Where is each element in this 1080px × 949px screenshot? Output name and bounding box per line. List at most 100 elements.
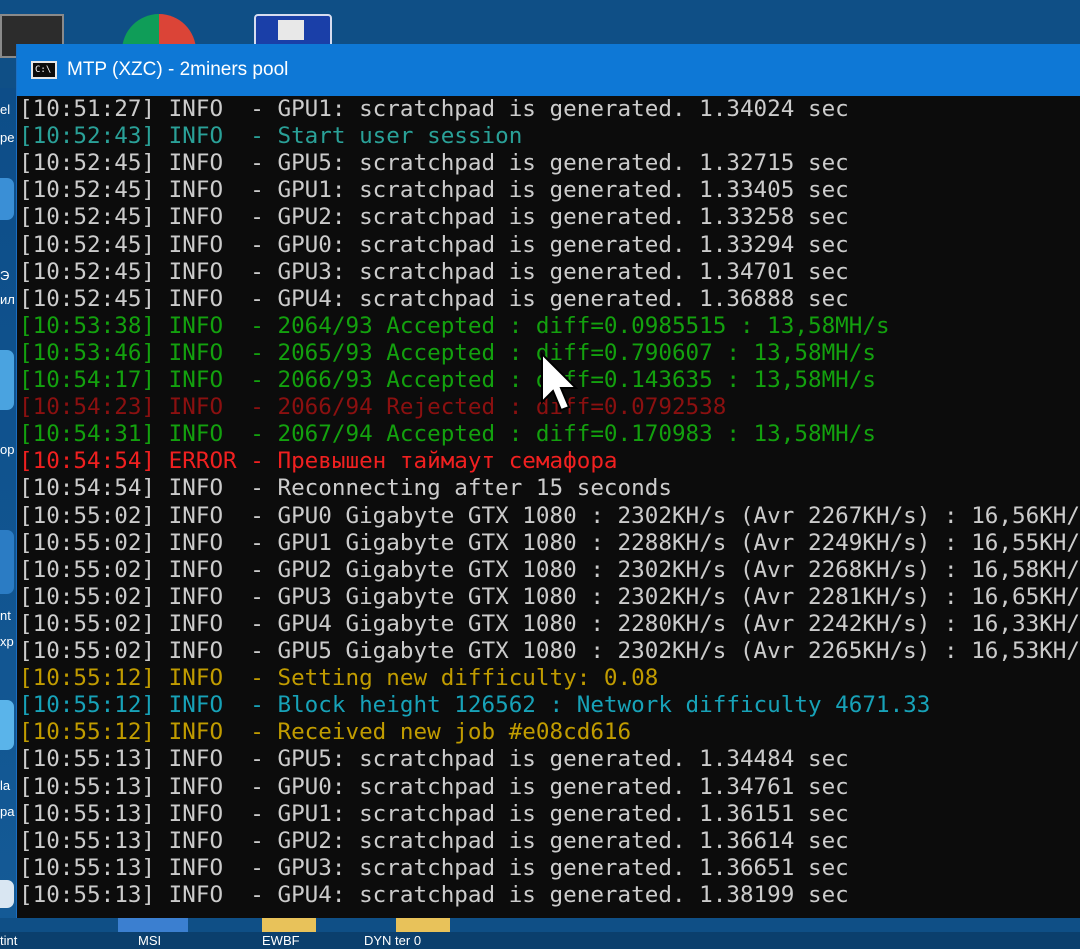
log-timestamp: [10:55:02] (19, 638, 156, 664)
log-message: - 2067/94 Accepted : diff=0.170983 : 13,… (236, 421, 876, 448)
log-line: [10:52:45] INFO - GPU0: scratchpad is ge… (19, 232, 1080, 259)
log-level: INFO (168, 339, 237, 366)
log-line: [10:52:45] INFO - GPU4: scratchpad is ge… (19, 286, 1080, 313)
desktop-icon-fragment[interactable] (0, 880, 14, 908)
desktop-icon-label: EWBF (262, 933, 300, 948)
log-timestamp: [10:55:02] (19, 556, 156, 583)
log-timestamp: [10:51:27] (19, 96, 156, 122)
log-message: - 2066/94 Rejected : diff=0.0792538 (236, 394, 727, 421)
log-message: - GPU4: scratchpad is generated. 1.38199… (236, 881, 849, 908)
log-timestamp: [10:55:12] (19, 719, 156, 746)
log-line: [10:52:45] INFO - GPU2: scratchpad is ge… (19, 204, 1080, 231)
log-message: - GPU5: scratchpad is generated. 1.32715… (236, 150, 849, 177)
log-timestamp: [10:54:54] (19, 448, 156, 475)
log-line: [10:54:54] INFO - Reconnecting after 15 … (19, 475, 1080, 502)
log-level: INFO (168, 150, 237, 177)
log-line: [10:55:02] INFO - GPU3 Gigabyte GTX 1080… (19, 584, 1080, 611)
console-icon[interactable]: C:\ (31, 61, 57, 79)
log-level: INFO (168, 502, 237, 529)
log-level: INFO (168, 556, 237, 583)
console-window[interactable]: C:\ MTP (XZC) - 2miners pool [10:51:27] … (16, 44, 1080, 918)
log-line: [10:55:02] INFO - GPU0 Gigabyte GTX 1080… (19, 503, 1080, 530)
log-level: INFO (168, 96, 237, 122)
log-message: - GPU1: scratchpad is generated. 1.36151… (236, 800, 849, 827)
log-level: INFO (168, 231, 237, 258)
desktop-label-fragment: nt (0, 608, 11, 623)
log-line: [10:54:31] INFO - 2067/94 Accepted : dif… (19, 421, 1080, 448)
log-line: [10:55:02] INFO - GPU4 Gigabyte GTX 1080… (19, 611, 1080, 638)
desktop-icon-labels: tint MSI EWBF DYN ter 0 (0, 932, 1080, 949)
log-line: [10:55:13] INFO - GPU3: scratchpad is ge… (19, 855, 1080, 882)
log-level: INFO (168, 854, 237, 881)
log-level: INFO (168, 177, 237, 204)
log-level: INFO (168, 421, 237, 448)
log-level: INFO (168, 258, 237, 285)
log-message: - 2064/93 Accepted : diff=0.0985515 : 13… (236, 312, 890, 339)
log-timestamp: [10:55:02] (19, 610, 156, 637)
log-message: - GPU1 Gigabyte GTX 1080 : 2288KH/s (Avr… (236, 529, 1080, 556)
log-level: ERROR (168, 448, 237, 475)
log-timestamp: [10:55:13] (19, 746, 156, 773)
log-message: - GPU0: scratchpad is generated. 1.34761… (236, 773, 849, 800)
log-message: - GPU0 Gigabyte GTX 1080 : 2302KH/s (Avr… (236, 502, 1080, 529)
log-timestamp: [10:55:02] (19, 583, 156, 610)
log-line: [10:52:45] INFO - GPU5: scratchpad is ge… (19, 150, 1080, 177)
title-bar[interactable]: C:\ MTP (XZC) - 2miners pool (17, 44, 1080, 96)
log-level: INFO (168, 123, 237, 150)
log-line: [10:55:12] INFO - Received new job #e08c… (19, 719, 1080, 746)
desktop-icon-fragment[interactable] (0, 178, 14, 220)
log-line: [10:52:45] INFO - GPU3: scratchpad is ge… (19, 259, 1080, 286)
log-message: - Received new job #e08cd616 (236, 719, 632, 746)
log-message: - GPU5: scratchpad is generated. 1.34484… (236, 746, 849, 773)
log-message: - GPU5 Gigabyte GTX 1080 : 2302KH/s (Avr… (236, 638, 1080, 664)
log-timestamp: [10:55:12] (19, 665, 156, 692)
log-line: [10:55:02] INFO - GPU5 Gigabyte GTX 1080… (19, 638, 1080, 665)
log-line: [10:55:13] INFO - GPU5: scratchpad is ge… (19, 746, 1080, 773)
log-timestamp: [10:55:13] (19, 854, 156, 881)
log-timestamp: [10:52:45] (19, 177, 156, 204)
log-line: [10:55:12] INFO - Block height 126562 : … (19, 692, 1080, 719)
log-line: [10:51:27] INFO - GPU1: scratchpad is ge… (19, 96, 1080, 123)
log-level: INFO (168, 583, 237, 610)
desktop-label-fragment: xp (0, 634, 14, 649)
log-level: INFO (168, 204, 237, 231)
log-timestamp: [10:55:02] (19, 529, 156, 556)
log-timestamp: [10:55:02] (19, 502, 156, 529)
log-line: [10:55:13] INFO - GPU4: scratchpad is ge… (19, 882, 1080, 909)
log-timestamp: [10:55:13] (19, 881, 156, 908)
log-line: [10:55:13] INFO - GPU0: scratchpad is ge… (19, 774, 1080, 801)
log-timestamp: [10:53:38] (19, 312, 156, 339)
log-timestamp: [10:55:13] (19, 827, 156, 854)
desktop-icon-fragment[interactable] (0, 350, 14, 410)
desktop-icon-label: MSI (138, 933, 162, 948)
desktop-label-fragment: pe (0, 130, 15, 145)
desktop-icon-label: DYN ter 0 (364, 933, 422, 948)
log-timestamp: [10:52:45] (19, 150, 156, 177)
log-level: INFO (168, 638, 237, 664)
log-timestamp: [10:52:45] (19, 258, 156, 285)
log-level: INFO (168, 394, 237, 421)
log-line: [10:55:13] INFO - GPU2: scratchpad is ge… (19, 828, 1080, 855)
log-message: - GPU3: scratchpad is generated. 1.34701… (236, 258, 849, 285)
console-output[interactable]: [10:51:27] INFO - GPU1: scratchpad is ge… (17, 96, 1080, 918)
log-level: INFO (168, 285, 237, 312)
log-level: INFO (168, 719, 237, 746)
log-line: [10:55:02] INFO - GPU1 Gigabyte GTX 1080… (19, 530, 1080, 557)
log-line: [10:54:54] ERROR - Превышен таймаут сема… (19, 448, 1080, 475)
log-level: INFO (168, 881, 237, 908)
log-timestamp: [10:52:45] (19, 231, 156, 258)
log-timestamp: [10:54:23] (19, 394, 156, 421)
log-message: - GPU2 Gigabyte GTX 1080 : 2302KH/s (Avr… (236, 556, 1080, 583)
log-message: - GPU1: scratchpad is generated. 1.33405… (236, 177, 849, 204)
log-line: [10:52:43] INFO - Start user session (19, 123, 1080, 150)
desktop-icon-fragment[interactable] (0, 530, 14, 594)
log-line: [10:52:45] INFO - GPU1: scratchpad is ge… (19, 177, 1080, 204)
desktop-icon-fragment[interactable] (0, 700, 14, 750)
log-timestamp: [10:52:45] (19, 204, 156, 231)
log-level: INFO (168, 665, 237, 692)
log-message: - Start user session (236, 123, 523, 150)
log-level: INFO (168, 800, 237, 827)
log-timestamp: [10:52:45] (19, 285, 156, 312)
log-timestamp: [10:54:17] (19, 367, 156, 393)
log-line: [10:55:02] INFO - GPU2 Gigabyte GTX 1080… (19, 557, 1080, 584)
